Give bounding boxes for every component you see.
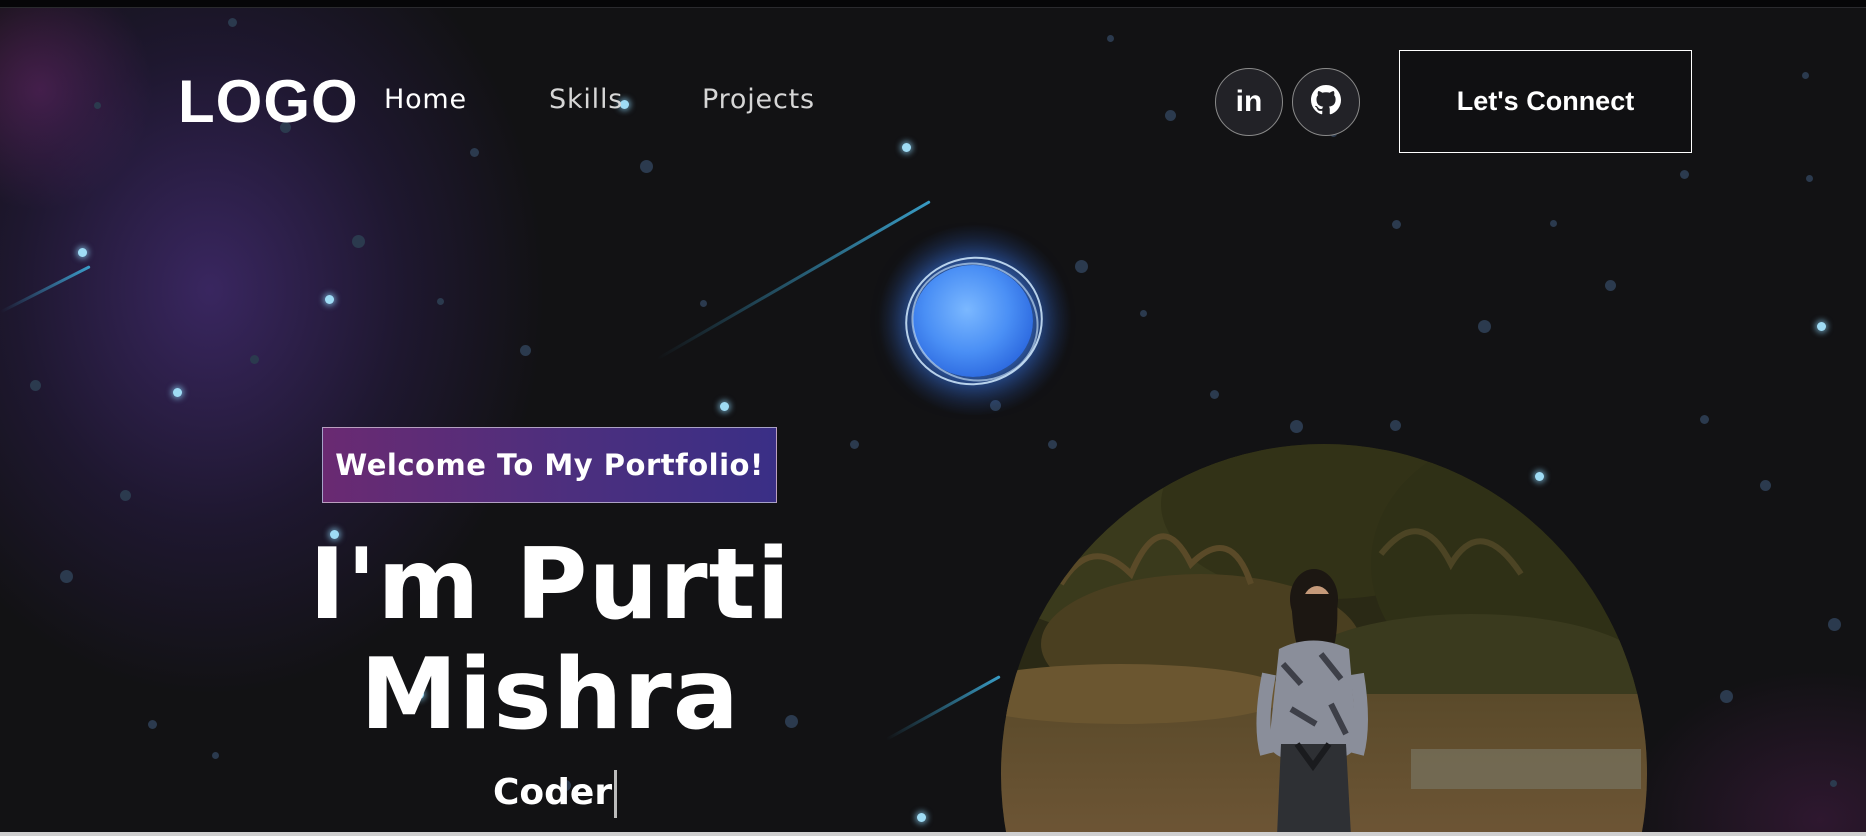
star (1390, 420, 1401, 431)
star (1140, 310, 1147, 317)
profile-photo (1001, 444, 1647, 836)
star (30, 380, 41, 391)
github-button[interactable] (1292, 68, 1360, 136)
nav-link-skills[interactable]: Skills (549, 82, 623, 118)
star (1802, 72, 1809, 79)
nav-link-home[interactable]: Home (384, 82, 467, 118)
star (1550, 220, 1557, 227)
window-top-edge (0, 0, 1866, 8)
linkedin-icon: in (1235, 85, 1263, 118)
nav-link-projects[interactable]: Projects (702, 82, 815, 118)
star (720, 402, 729, 411)
star (228, 18, 237, 27)
star (1075, 260, 1088, 273)
star (60, 570, 73, 583)
star (1107, 35, 1114, 42)
profile-photo-frame (1001, 444, 1647, 836)
star (470, 148, 479, 157)
star (1605, 280, 1616, 291)
star (520, 345, 531, 356)
star (148, 720, 157, 729)
role-text: Coder (493, 772, 613, 813)
star (250, 355, 259, 364)
shooting-star (885, 675, 1001, 741)
star (917, 813, 926, 822)
hero-name-line-1: I'm Purti (308, 528, 792, 642)
star (1392, 220, 1401, 229)
star (437, 298, 444, 305)
typewriter-role: Coder (493, 770, 618, 818)
star (1680, 170, 1689, 179)
star (120, 490, 131, 501)
hero-name-heading: I'm Purti Mishra (250, 530, 850, 750)
star (1830, 780, 1837, 787)
star (1210, 390, 1219, 399)
shooting-star (0, 265, 91, 314)
star (352, 235, 365, 248)
star (173, 388, 182, 397)
star (850, 440, 859, 449)
text-caret (614, 770, 618, 818)
github-icon (1311, 85, 1341, 119)
linkedin-button[interactable]: in (1215, 68, 1283, 136)
star (94, 102, 101, 109)
planet-orb-graphic (875, 225, 1075, 415)
star (1165, 110, 1176, 121)
hero-page: LOGO Home Skills Projects in Let's Conne… (0, 0, 1866, 836)
star (1828, 618, 1841, 631)
star (1817, 322, 1826, 331)
star (1700, 415, 1709, 424)
window-bottom-edge (0, 832, 1866, 836)
star (1290, 420, 1303, 433)
star (1806, 175, 1813, 182)
star (78, 248, 87, 257)
star (1720, 690, 1733, 703)
star (325, 295, 334, 304)
star (700, 300, 707, 307)
welcome-tagline: Welcome To My Portfolio! (322, 427, 777, 503)
site-logo[interactable]: LOGO (178, 68, 359, 136)
hero-name-line-2: Mishra (360, 638, 740, 752)
star (212, 752, 219, 759)
lets-connect-button[interactable]: Let's Connect (1399, 50, 1692, 153)
star (1478, 320, 1491, 333)
star (902, 143, 911, 152)
star (640, 160, 653, 173)
star (1760, 480, 1771, 491)
